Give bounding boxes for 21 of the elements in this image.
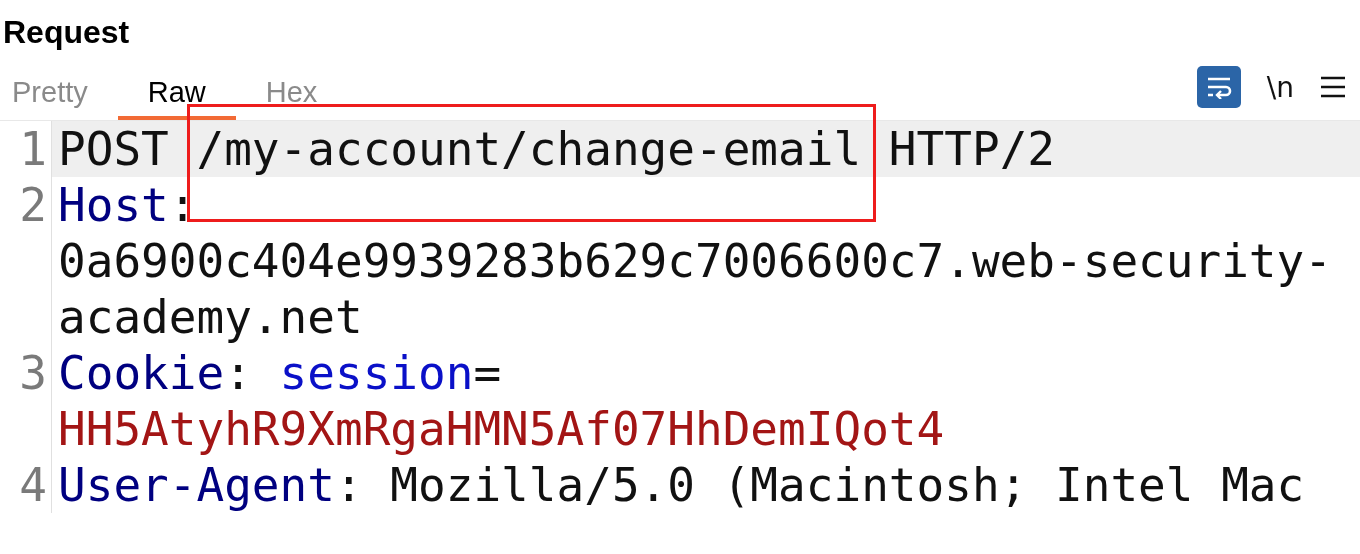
panel-title: Request <box>2 13 131 52</box>
code-token: : Mozilla/5.0 (Macintosh; Intel Mac <box>334 458 1305 512</box>
code-token: 0a6900c404e9939283b629c7006600c7.web-security- <box>58 234 1332 288</box>
line-number: 4 <box>0 457 52 513</box>
code-token: Host <box>58 178 169 232</box>
line-number: 3 <box>0 345 52 457</box>
code-token: session <box>279 346 474 400</box>
code-token: : <box>168 178 197 232</box>
newline-toggle[interactable]: \n <box>1266 70 1294 104</box>
code-token: User-Agent <box>58 458 335 512</box>
code-token: HH5AtyhR9XmRgaHMN5Af07HhDemIQot4 <box>58 402 945 456</box>
code-token: POST <box>58 122 170 176</box>
line-number: 2 <box>0 177 52 345</box>
code-token: : <box>224 346 253 400</box>
word-wrap-button[interactable] <box>1196 66 1241 108</box>
menu-icon[interactable] <box>1320 76 1346 98</box>
code-token: /my-account/change-email <box>196 122 862 176</box>
code-token: Cookie <box>58 346 225 400</box>
code-token: HTTP/2 <box>887 122 1056 176</box>
code-token: = <box>473 346 502 400</box>
code-token: academy.net <box>58 290 363 344</box>
